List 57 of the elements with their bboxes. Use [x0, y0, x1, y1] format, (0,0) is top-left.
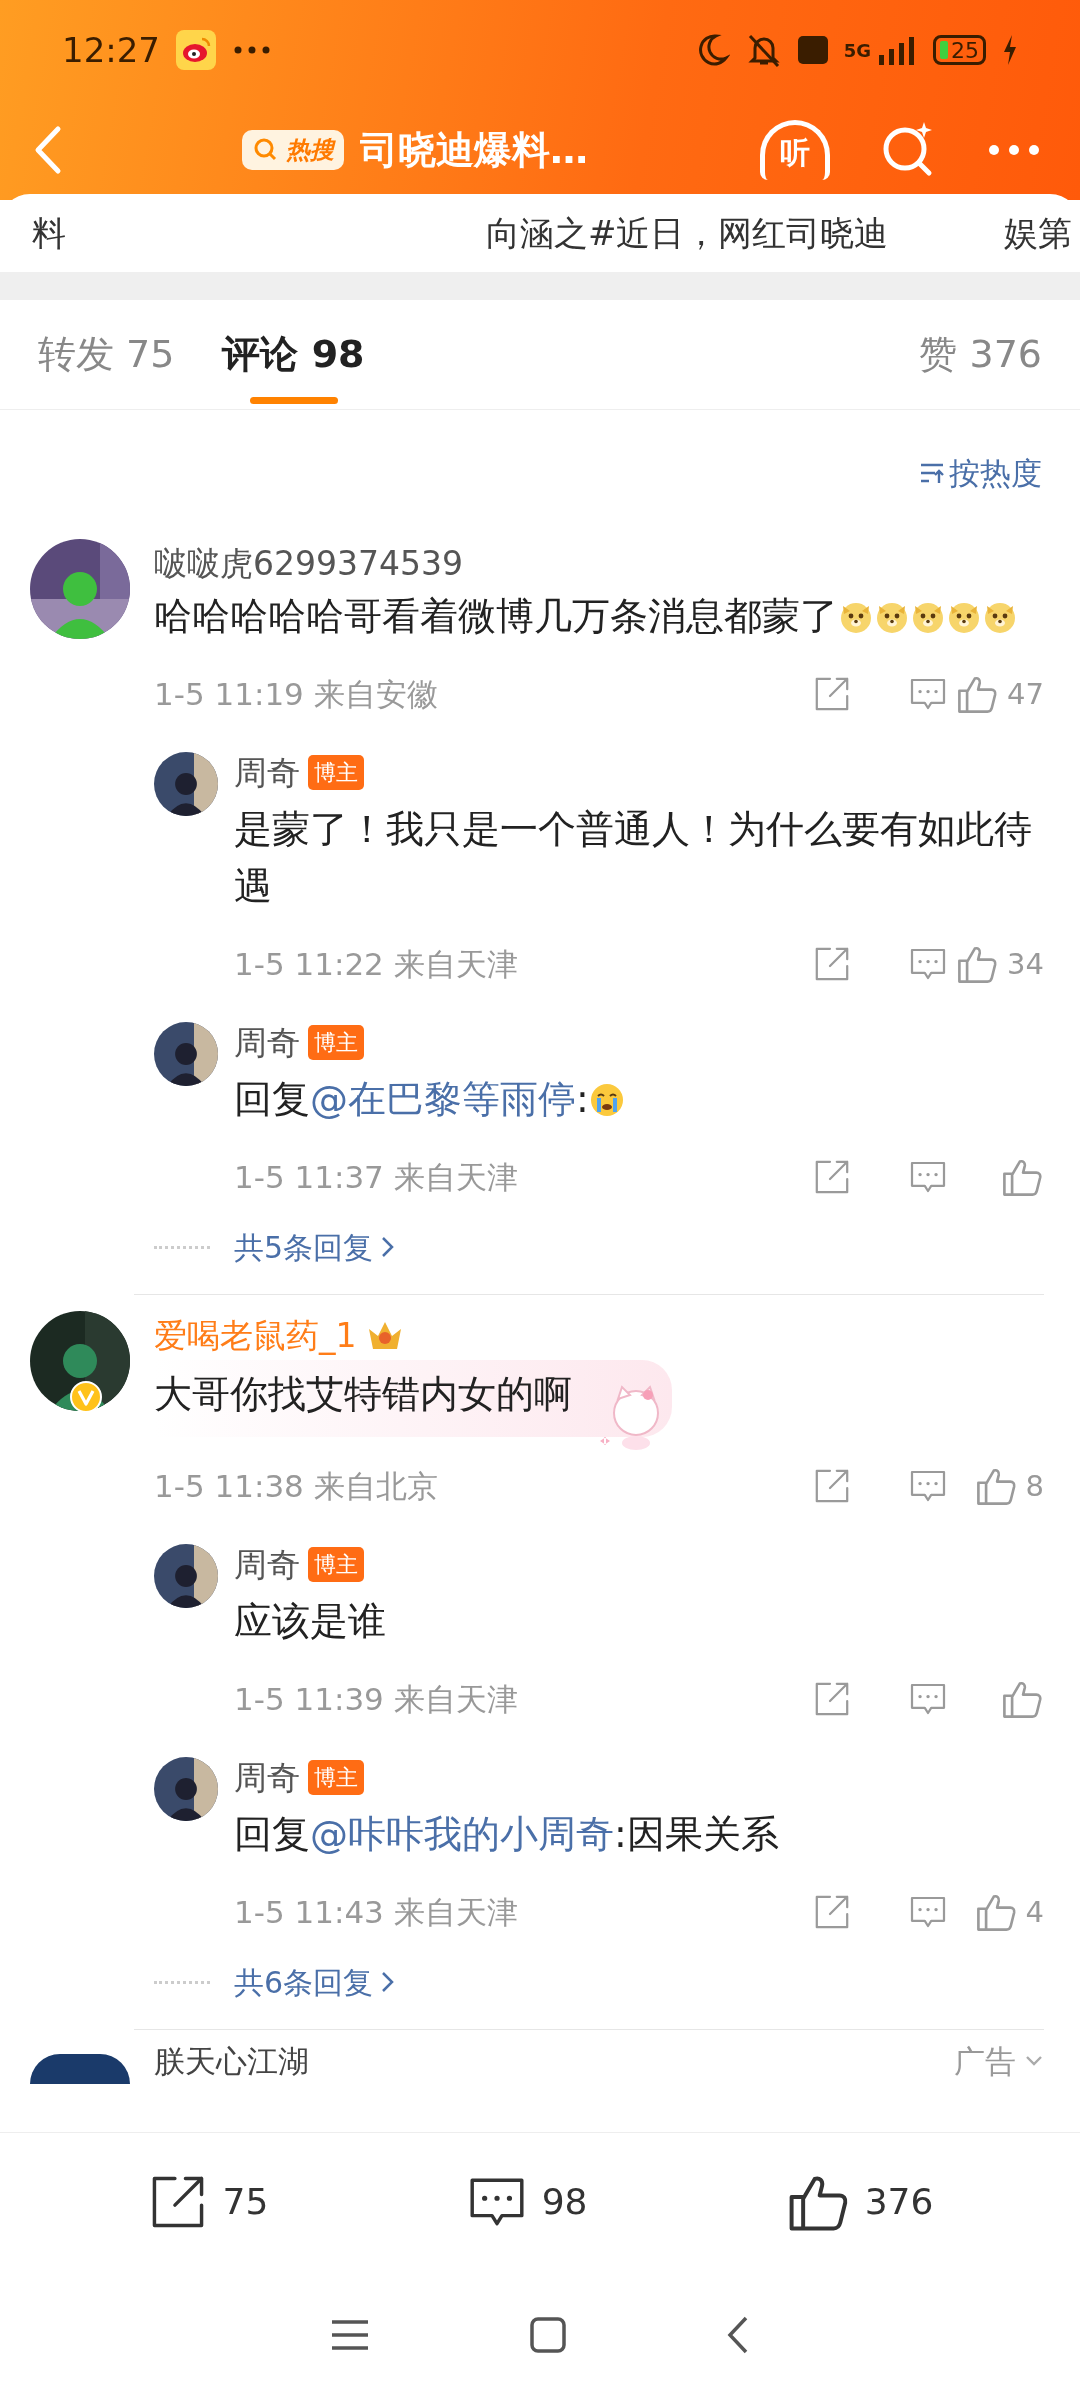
weibo-app-icon	[176, 30, 216, 70]
page-title: 司晓迪爆料…	[360, 126, 588, 174]
blogger-badge: 博主	[308, 1759, 364, 1795]
battery-level: 25	[951, 36, 979, 65]
comment-text: 大哥你找艾特错内女的啊	[154, 1371, 572, 1418]
ticker-text[interactable]: 娱第	[1004, 207, 1080, 259]
chevron-right-icon	[381, 1971, 396, 1993]
signal-icon	[877, 35, 917, 65]
blogger-badge: 博主	[308, 1024, 364, 1060]
username[interactable]: 周奇	[234, 1539, 300, 1589]
blogger-badge: 博主	[308, 754, 364, 790]
comment-text: 是蒙了！我只是一个普通人！为什么要有如此待遇	[234, 806, 1033, 910]
home-icon[interactable]	[529, 2316, 567, 2354]
menu-icon[interactable]	[329, 2317, 370, 2353]
tab[interactable]: 转发 75	[38, 299, 175, 410]
chevron-right-icon	[381, 1236, 396, 1258]
network-label: 5G	[843, 38, 871, 63]
doge-emoji-icon	[839, 600, 873, 634]
charging-icon	[1002, 35, 1018, 65]
username[interactable]: 周奇	[234, 1017, 300, 1067]
comment-text: 回复@在巴黎等雨停:	[234, 1071, 1044, 1128]
doge-emoji-icon	[875, 600, 909, 634]
ticker-text[interactable]: 向涵之#近日，网红司晓迪	[486, 207, 889, 259]
username[interactable]: 周奇	[234, 747, 300, 797]
dots-icon	[154, 1980, 210, 1984]
blogger-badge: 博主	[308, 1546, 364, 1582]
username[interactable]: 啵啵虎6299374539	[154, 538, 463, 588]
tab[interactable]: 评论 98	[222, 299, 365, 410]
username[interactable]: 周奇	[234, 1752, 300, 1802]
more-icon[interactable]	[986, 142, 1042, 158]
muted-bell-icon	[745, 32, 782, 68]
doge-emoji-icon	[983, 600, 1017, 634]
dots-icon	[154, 1245, 210, 1249]
comment-time: 1-5 11:38 来自北京	[154, 1467, 438, 1506]
comment-text: 哈哈哈哈哈哥看着微博几万条消息都蒙了	[154, 588, 1044, 645]
status-time: 12:27	[62, 28, 160, 72]
comment-button[interactable]: 98	[459, 2169, 594, 2234]
comment-time: 1-5 11:39 来自天津	[234, 1680, 518, 1719]
doge-emoji-icon	[911, 600, 945, 634]
crying-emoji-icon	[588, 1082, 625, 1118]
comment-time: 1-5 11:43 来自天津	[234, 1893, 518, 1932]
comment-text: 应该是谁	[234, 1598, 387, 1645]
battery-fill	[940, 41, 948, 59]
comment-time: 1-5 11:37 来自天津	[234, 1158, 518, 1197]
comment-text: 回复@咔咔我的小周奇:因果关系	[234, 1811, 780, 1858]
doge-emoji-icon	[947, 600, 981, 634]
comment-time: 1-5 11:19 来自安徽	[154, 675, 438, 714]
search-icon	[252, 136, 278, 162]
more-replies-link[interactable]: 共6条回复	[234, 1959, 396, 2005]
tab[interactable]: 赞 376	[919, 299, 1042, 410]
comment-time: 1-5 11:22 来自天津	[234, 945, 518, 984]
repost-button[interactable]: 75	[140, 2169, 275, 2234]
sort-button[interactable]: 按热度	[919, 450, 1042, 497]
more-replies-link[interactable]: 共5条回复	[234, 1224, 396, 1270]
username[interactable]: 朕天心江湖	[154, 2037, 309, 2084]
ticker-text[interactable]: 料	[32, 207, 66, 259]
like-button[interactable]: 376	[778, 2167, 940, 2236]
